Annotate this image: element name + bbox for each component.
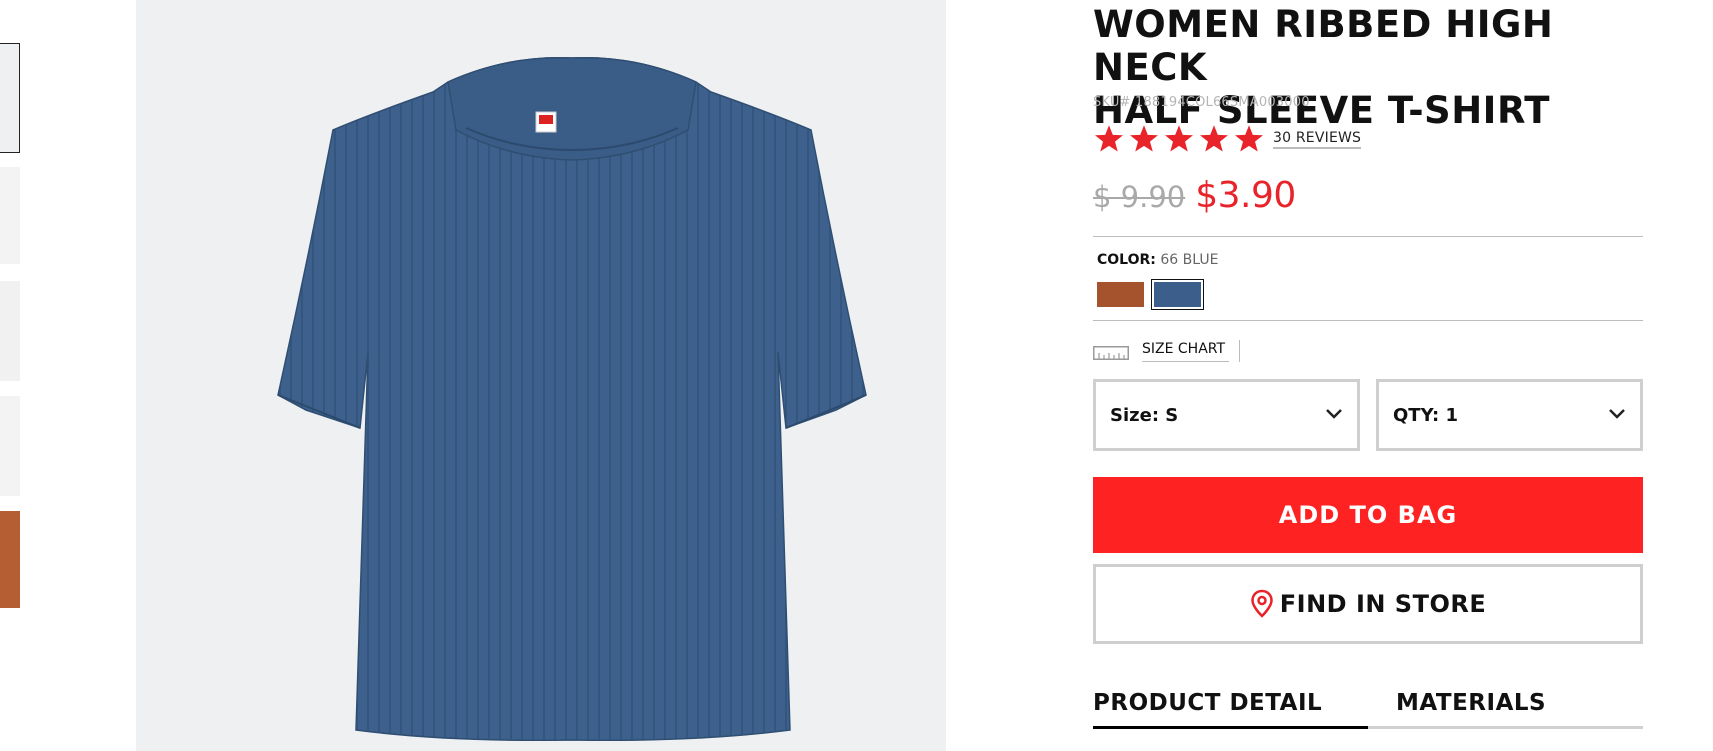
active-tab-indicator (1093, 726, 1368, 729)
swatch-blue-selected[interactable] (1151, 279, 1204, 310)
star-rating (1093, 124, 1265, 154)
tab-product-detail[interactable]: PRODUCT DETAIL (1093, 690, 1322, 716)
divider (1093, 236, 1643, 237)
color-value: 66 BLUE (1160, 252, 1219, 268)
ruler-icon (1093, 346, 1129, 360)
color-swatches (1097, 279, 1204, 310)
find-in-store-button[interactable]: FIND IN STORE (1093, 564, 1643, 644)
thumbnail-5[interactable] (0, 511, 20, 608)
original-price: $ 9.90 (1093, 180, 1186, 214)
thumbnail-4[interactable] (0, 396, 20, 496)
color-label: COLOR: 66 BLUE (1097, 252, 1218, 268)
chevron-down-icon (1326, 409, 1342, 419)
star-icon (1235, 125, 1263, 152)
sale-price: $3.90 (1195, 175, 1296, 216)
quantity-select[interactable]: QTY: 1 (1376, 379, 1643, 451)
find-in-store-label: FIND IN STORE (1279, 590, 1487, 618)
separator (1239, 340, 1241, 362)
star-icon (1165, 125, 1193, 152)
size-select-label: Size: S (1110, 404, 1179, 426)
product-title-line-1: WOMEN RIBBED HIGH NECK (1093, 3, 1554, 89)
thumbnail-2[interactable] (0, 167, 20, 264)
quantity-select-label: QTY: 1 (1393, 404, 1459, 426)
add-to-bag-button[interactable]: ADD TO BAG (1093, 477, 1643, 553)
star-icon (1095, 125, 1123, 152)
thumbnail-3[interactable] (0, 281, 20, 381)
main-product-image[interactable] (136, 0, 946, 751)
star-icon (1130, 125, 1158, 152)
swatch-blue-fill (1154, 282, 1201, 307)
size-select[interactable]: Size: S (1093, 379, 1360, 451)
reviews-link[interactable]: 30 REVIEWS (1273, 130, 1362, 149)
location-pin-icon (1250, 589, 1273, 618)
product-title: WOMEN RIBBED HIGH NECK HALF SLEEVE T-SHI… (1093, 3, 1653, 132)
rating-row: 30 REVIEWS (1093, 124, 1362, 154)
size-chart-link[interactable]: SIZE CHART (1093, 340, 1241, 362)
color-label-key: COLOR: (1097, 252, 1156, 268)
price-row: $ 9.90 $3.90 (1093, 175, 1296, 216)
tab-materials[interactable]: MATERIALS (1396, 690, 1546, 716)
thumbnail-1-selected[interactable] (0, 43, 20, 153)
product-sku: SKU# 188194COL66SMA003000 (1093, 95, 1310, 110)
size-chart-label[interactable]: SIZE CHART (1142, 341, 1230, 362)
thumbnail-strip (0, 0, 20, 751)
star-icon (1200, 125, 1228, 152)
chevron-down-icon (1609, 409, 1625, 419)
divider (1093, 320, 1643, 321)
tshirt-illustration (277, 56, 867, 742)
product-tabs: PRODUCT DETAIL MATERIALS (1093, 690, 1643, 729)
swatch-brown[interactable] (1097, 282, 1144, 307)
